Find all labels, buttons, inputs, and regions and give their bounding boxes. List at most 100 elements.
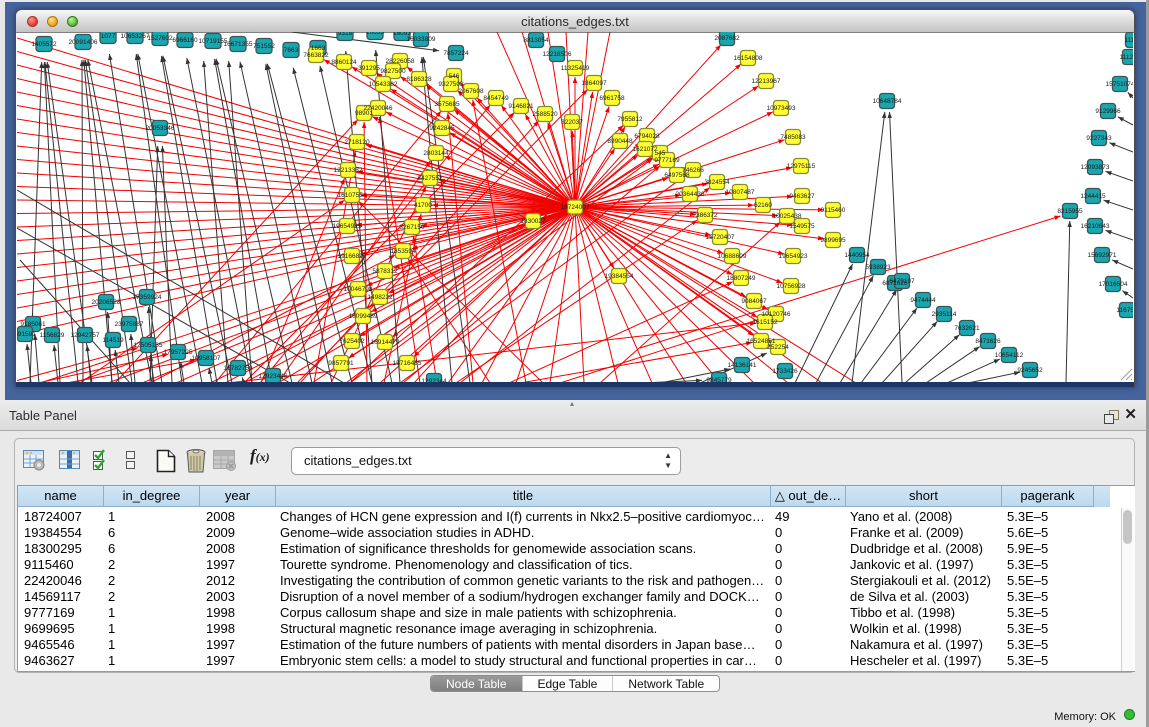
svg-text:12093873: 12093873 <box>1081 164 1110 171</box>
svg-text:9899695: 9899695 <box>820 237 846 244</box>
svg-text:1527602: 1527602 <box>147 35 173 42</box>
svg-text:62160: 62160 <box>754 202 772 209</box>
svg-text:14136141: 14136141 <box>728 362 757 369</box>
svg-text:16107554: 16107554 <box>338 192 367 199</box>
svg-text:12923446: 12923446 <box>259 373 288 380</box>
svg-text:114519: 114519 <box>102 337 124 344</box>
svg-text:10046798: 10046798 <box>344 286 373 293</box>
svg-text:3575685: 3575685 <box>434 101 460 108</box>
svg-text:10653267: 10653267 <box>121 33 150 40</box>
svg-text:10653: 10653 <box>366 32 384 36</box>
svg-text:6966160: 6966160 <box>172 37 198 44</box>
svg-text:822037: 822037 <box>561 119 583 126</box>
svg-text:6794028: 6794028 <box>634 133 660 140</box>
svg-text:19654925: 19654925 <box>333 223 362 230</box>
svg-text:111253: 111253 <box>1120 54 1133 61</box>
svg-text:9777169: 9777169 <box>654 157 680 164</box>
svg-text:391295: 391295 <box>358 65 380 72</box>
svg-text:11325419: 11325419 <box>561 65 590 72</box>
svg-text:1549575: 1549575 <box>789 223 815 230</box>
svg-text:20053346: 20053346 <box>146 125 175 132</box>
svg-text:16033809: 16033809 <box>407 36 436 43</box>
svg-text:16782759: 16782759 <box>224 365 253 372</box>
svg-text:8471626: 8471626 <box>975 338 1001 345</box>
svg-text:15720407: 15720407 <box>706 234 735 241</box>
svg-text:9185061: 9185061 <box>20 321 46 328</box>
svg-text:10120746: 10120746 <box>762 311 791 318</box>
svg-text:9242845: 9242845 <box>429 125 455 132</box>
svg-text:12213967: 12213967 <box>752 78 781 85</box>
svg-text:9827500: 9827500 <box>380 68 406 75</box>
svg-text:6479197: 6479197 <box>889 278 915 285</box>
svg-text:8186328: 8186328 <box>406 76 432 83</box>
svg-text:1663: 1663 <box>311 45 326 52</box>
svg-text:7632621: 7632621 <box>954 325 980 332</box>
svg-text:10756928: 10756928 <box>777 283 806 290</box>
svg-text:1498222: 1498222 <box>367 294 393 301</box>
svg-text:8215955: 8215955 <box>1057 208 1083 215</box>
svg-text:9227343: 9227343 <box>1086 135 1112 142</box>
svg-text:11124: 11124 <box>1124 37 1133 44</box>
svg-text:252254: 252254 <box>767 344 789 351</box>
svg-text:2803144: 2803144 <box>423 150 449 157</box>
svg-text:546: 546 <box>449 73 460 80</box>
svg-text:17016504: 17016504 <box>1099 281 1128 288</box>
svg-text:23975887: 23975887 <box>115 321 144 328</box>
svg-text:16099489: 16099489 <box>349 313 378 320</box>
svg-text:16210643: 16210643 <box>1081 223 1110 230</box>
svg-text:9474444: 9474444 <box>910 297 936 304</box>
svg-text:3824554: 3824554 <box>704 179 730 186</box>
svg-text:9327508: 9327508 <box>438 81 464 88</box>
svg-text:12942757: 12942757 <box>71 332 100 339</box>
svg-text:1077: 1077 <box>101 33 116 40</box>
svg-text:8454749: 8454749 <box>483 95 509 102</box>
svg-text:1830027: 1830027 <box>520 218 546 225</box>
svg-text:16671355: 16671355 <box>224 41 253 48</box>
svg-text:8813054: 8813054 <box>523 37 549 44</box>
svg-text:9084067: 9084067 <box>741 298 767 305</box>
svg-text:8427552: 8427552 <box>417 175 443 182</box>
svg-text:10543382: 10543382 <box>369 81 398 88</box>
svg-text:751552: 751552 <box>253 43 275 50</box>
svg-text:1864097: 1864097 <box>581 80 607 87</box>
svg-text:7386372: 7386372 <box>692 212 718 219</box>
svg-text:28226058: 28226058 <box>386 58 415 65</box>
svg-text:10807487: 10807487 <box>726 189 755 196</box>
svg-text:1244415: 1244415 <box>1080 193 1106 200</box>
svg-text:12213382: 12213382 <box>334 167 363 174</box>
svg-text:1156829: 1156829 <box>40 332 65 339</box>
svg-text:15716485: 15716485 <box>393 360 422 367</box>
svg-text:10654112: 10654112 <box>995 352 1024 359</box>
svg-text:20206528: 20206528 <box>92 299 121 306</box>
svg-text:41700: 41700 <box>414 202 432 209</box>
svg-text:2935114: 2935114 <box>932 311 957 318</box>
svg-text:10688609: 10688609 <box>718 253 747 260</box>
svg-text:9318: 9318 <box>338 32 353 37</box>
svg-text:3267150: 3267150 <box>399 224 425 231</box>
svg-text:9463627: 9463627 <box>789 193 815 200</box>
svg-text:16154808: 16154808 <box>734 55 763 62</box>
svg-text:9129966: 9129966 <box>1095 108 1121 115</box>
svg-text:19166827: 19166827 <box>338 253 367 260</box>
svg-text:7625402: 7625402 <box>339 338 365 345</box>
svg-text:116753: 116753 <box>1116 307 1133 314</box>
svg-text:5878312: 5878312 <box>372 268 398 275</box>
svg-text:12975115: 12975115 <box>787 163 816 170</box>
svg-text:7663822: 7663822 <box>303 52 329 59</box>
svg-text:9146821: 9146821 <box>508 103 534 110</box>
svg-text:17359924: 17359924 <box>133 294 162 301</box>
svg-text:12505135: 12505135 <box>134 342 163 349</box>
svg-text:18807249: 18807249 <box>727 275 756 282</box>
svg-text:12218506: 12218506 <box>543 51 572 58</box>
svg-text:9115460: 9115460 <box>821 207 846 214</box>
svg-text:5938923: 5938923 <box>865 264 891 271</box>
svg-text:18724007: 18724007 <box>561 204 590 211</box>
svg-text:391591: 391591 <box>17 331 36 338</box>
svg-text:7485083: 7485083 <box>780 134 806 141</box>
svg-text:6961758: 6961758 <box>599 95 625 102</box>
svg-text:20364436: 20364436 <box>676 191 705 198</box>
svg-text:9245652: 9245652 <box>1017 367 1043 374</box>
svg-text:2087682: 2087682 <box>714 35 740 42</box>
svg-text:2067608: 2067608 <box>458 88 484 95</box>
svg-text:15692971: 15692971 <box>1088 252 1117 259</box>
